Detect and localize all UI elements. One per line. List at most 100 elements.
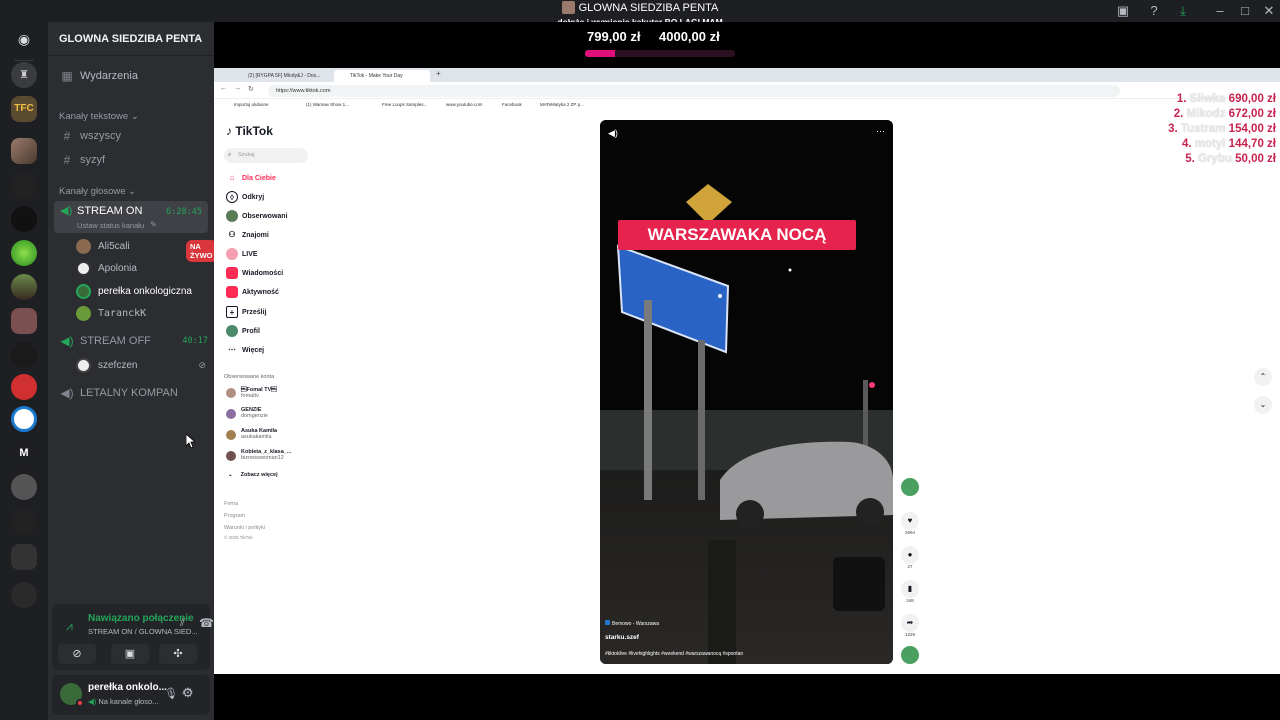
server-icon-12[interactable] (11, 474, 37, 500)
stream-overlay-top: 799,00 zł 4000,00 zł (214, 22, 1280, 68)
like-button[interactable]: ♥ 2694 (898, 512, 922, 535)
connection-status: Nawiązano połączenie (88, 613, 194, 624)
leaderboard-row: 4. motyl 144,70 zł (1142, 137, 1276, 152)
voice-user[interactable]: szefczen ⊘ (76, 355, 206, 375)
channel-status[interactable]: Ustaw status kanału (77, 221, 144, 230)
server-folder-icon[interactable] (11, 544, 37, 570)
pencil-icon[interactable]: ✎ (150, 220, 157, 229)
server-icon-tfc[interactable]: TFC (11, 96, 37, 122)
help-icon[interactable]: ? (1146, 3, 1162, 19)
sound-disc[interactable] (898, 646, 922, 664)
voice-user[interactable]: TaranckK (76, 303, 146, 323)
bookmark[interactable]: www.youtube.com (446, 102, 483, 107)
voice-user[interactable]: Apolonia (76, 258, 137, 278)
nav-explore[interactable]: ◊ Odkryj (226, 190, 264, 204)
followed-account[interactable]: GENZIE domgenzie (226, 407, 268, 419)
nav-friends[interactable]: ⚇ Znajomi (226, 228, 268, 242)
volume-icon[interactable]: ◀) (608, 128, 618, 139)
reload-icon[interactable]: ↻ (248, 85, 254, 93)
bookmark[interactable]: MATeMatyka 2 ZP p... (540, 102, 584, 107)
text-channel-wszyscy[interactable]: # wszyscy (56, 125, 206, 147)
bookmark[interactable]: (1) Warsaw Show 1... (306, 102, 349, 107)
screen-share-button[interactable]: ▣ (111, 644, 149, 664)
server-icon-10[interactable] (11, 406, 37, 432)
account-handle: Fomal TV (241, 387, 277, 393)
tiktok-logo[interactable]: ♪ TikTok (226, 124, 273, 138)
server-icon-1[interactable]: ♜ (11, 62, 37, 88)
server-icon-6[interactable] (11, 274, 37, 300)
followed-account[interactable]: Fomal TV fomaltv (226, 386, 277, 399)
voice-channel-stream-off[interactable]: ◀) STREAM OFF 40:17 (56, 330, 208, 352)
footer-link[interactable]: Firma (224, 501, 238, 507)
server-icon-9[interactable] (11, 374, 37, 400)
voice-channel-letalny[interactable]: ◀) LETALNY KOMPAN (56, 382, 206, 404)
events-row[interactable]: ▦ Wydarzenia (56, 65, 206, 87)
text-category[interactable]: Kanały tekstowe ⌄ (59, 111, 139, 122)
server-icon-4[interactable] (11, 206, 37, 232)
nav-profile[interactable]: Profil (226, 324, 260, 338)
microphone-icon[interactable]: 🎙 (164, 687, 178, 700)
gear-icon[interactable]: ⚙ (182, 685, 194, 701)
live-badge: NA ŻYWO (186, 240, 217, 262)
voice-category[interactable]: Kanały głosowe ⌄ (59, 186, 136, 197)
bookmark[interactable]: Importuj ulubione (234, 102, 269, 107)
camera-button[interactable]: ⊘ (58, 644, 96, 664)
address-bar[interactable]: https://www.tiktok.com (268, 85, 1120, 97)
back-icon[interactable]: ← (220, 85, 227, 92)
close-icon[interactable]: ✕ (1261, 3, 1277, 19)
video-hashtags[interactable]: #tiktoklive #livehighlights #weekend #wa… (605, 651, 743, 657)
bookmark[interactable]: Free Loops Samples... (382, 102, 427, 107)
nav-activity[interactable]: Aktywność (226, 285, 279, 299)
minimize-icon[interactable]: – (1212, 3, 1228, 19)
nav-following[interactable]: Obserwowani (226, 209, 288, 223)
nav-live[interactable]: LIVE (226, 247, 258, 261)
voice-channel-stream-on[interactable]: ◀) STREAM ON 6:28:45 Ustaw status kanału… (54, 201, 208, 233)
browser-tab-tiktok[interactable]: TikTok - Make Your Day (334, 70, 430, 82)
share-button[interactable]: ➦ 1229 (898, 614, 922, 637)
browser-tab-youtube[interactable]: (2) [RYGPA 5F] Mlody&J - Dos... (232, 70, 332, 82)
followed-account[interactable]: Asuka Kamila asukakamila (226, 428, 277, 440)
chevron-up-icon[interactable]: ⌃ (1254, 368, 1272, 386)
maximize-icon[interactable]: □ (1237, 3, 1253, 19)
inbox-icon[interactable]: ▣ (1115, 3, 1131, 19)
server-icon-penta[interactable] (11, 138, 37, 164)
nav-more[interactable]: ⋯ Więcej (226, 343, 264, 357)
video-player[interactable]: WARSZAWAKA NOCĄ ◀) ⋯ Bemowo - Warszawa s… (600, 120, 893, 664)
comment-button[interactable]: ● 27 (898, 546, 922, 569)
nav-for-you[interactable]: ⌂ Dla Ciebie (226, 171, 276, 185)
server-icon-11[interactable]: M (11, 440, 37, 466)
voice-user[interactable]: perełka onkologiczna (76, 281, 192, 301)
server-icon-3[interactable] (11, 172, 37, 198)
author-avatar[interactable] (898, 478, 922, 496)
server-icon-14[interactable] (11, 582, 37, 608)
text-channel-syzyf[interactable]: # syzyf (56, 149, 206, 171)
server-header[interactable]: GLOWNA SIEDZIBA PENTA ⌄ (48, 22, 214, 56)
server-icon-7[interactable] (11, 308, 37, 334)
user-name[interactable]: perełka onkolo... (88, 682, 167, 693)
tiktok-search[interactable]: Szukaj (224, 148, 308, 163)
discord-home-icon[interactable]: ◉ (11, 26, 37, 52)
chevron-down-icon[interactable]: ⌄ (1254, 396, 1272, 414)
footer-link[interactable]: Program (224, 513, 245, 519)
server-icon-13[interactable] (11, 508, 37, 534)
more-options-icon[interactable]: ⋯ (876, 126, 885, 137)
noise-suppression-icon[interactable]: ⫽ (180, 617, 185, 630)
disconnect-icon[interactable]: ☎ (199, 616, 214, 630)
video-author[interactable]: starku.szef (605, 634, 639, 641)
footer-link[interactable]: Warunki i polityki (224, 525, 265, 531)
activities-button[interactable]: ✣ (159, 644, 197, 664)
bookmark[interactable]: Facebook (502, 102, 522, 107)
download-icon[interactable]: ⤓ (1175, 3, 1191, 19)
voice-channel-timer: 40:17 (182, 336, 208, 346)
see-more[interactable]: ⌄ Zobacz więcej (226, 472, 278, 478)
new-tab-icon[interactable]: + (436, 69, 441, 78)
save-button[interactable]: ▮ 348 (898, 580, 922, 603)
nav-messages[interactable]: Wiadomości (226, 266, 283, 280)
voice-user[interactable]: Ali5cali NA ŻYWO (76, 236, 217, 262)
server-icon-5[interactable] (11, 240, 37, 266)
forward-icon[interactable]: → (234, 85, 241, 92)
followed-account[interactable]: Kobieta_z_klasa_... biznesowoman12 (226, 449, 291, 461)
signal-icon[interactable]: ⩘ (66, 619, 73, 634)
nav-upload[interactable]: + Prześlij (226, 305, 267, 319)
server-icon-8[interactable] (11, 342, 37, 368)
